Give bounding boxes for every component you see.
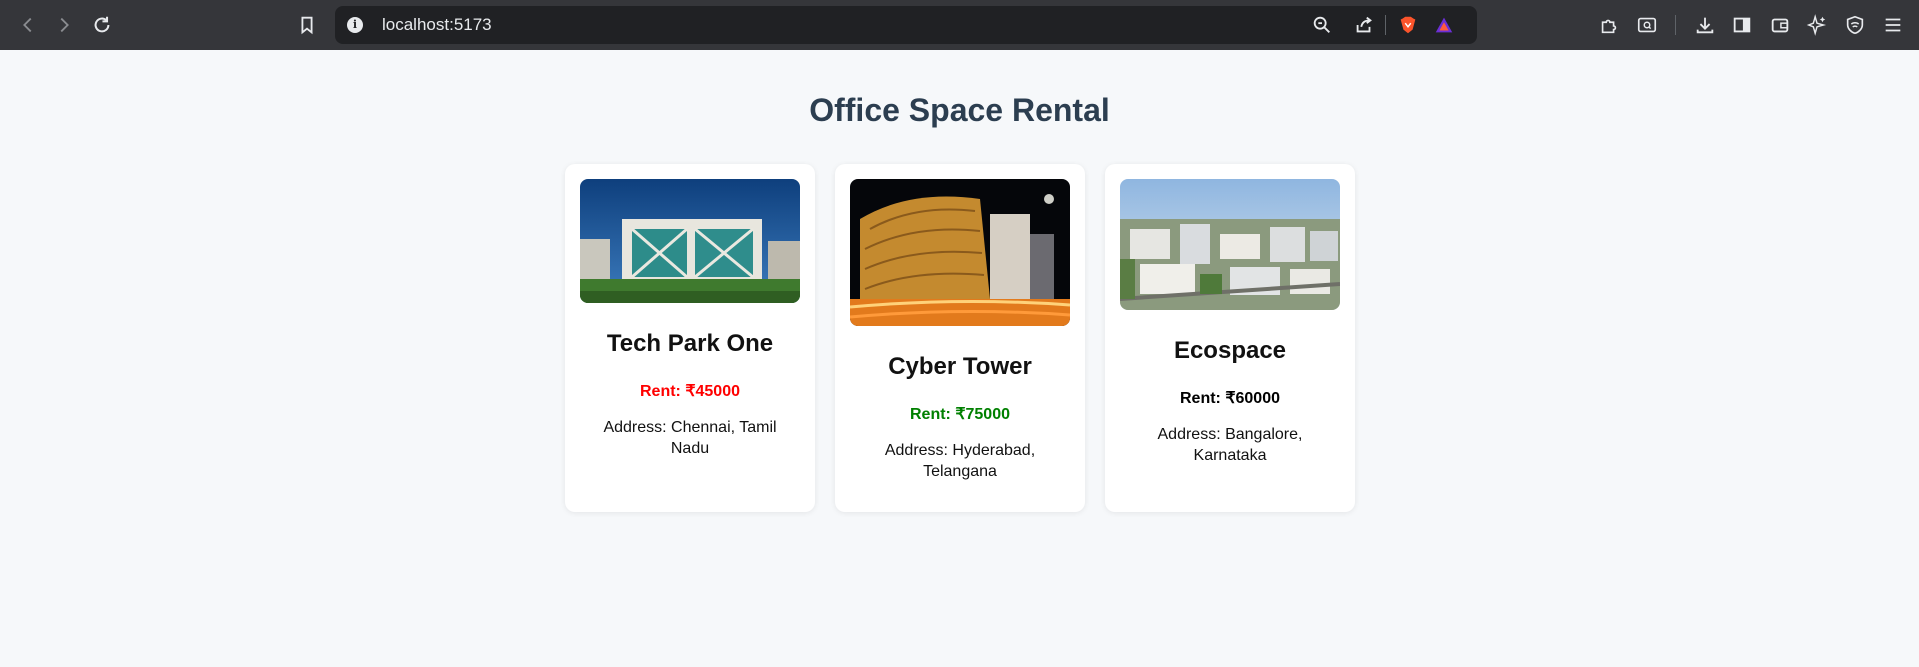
office-image [580, 179, 800, 303]
wallet-icon[interactable] [1767, 12, 1793, 38]
share-icon[interactable] [1351, 12, 1377, 38]
leo-ai-icon[interactable] [1804, 12, 1830, 38]
address-bar[interactable]: i localhost:5173 [335, 6, 1477, 44]
office-address: Address: Chennai, Tamil Nadu [603, 419, 777, 457]
browser-toolbar: i localhost:5173 [0, 0, 1919, 50]
zoom-icon[interactable] [1309, 12, 1335, 38]
brave-shield-icon[interactable] [1395, 12, 1421, 38]
reload-icon[interactable] [87, 10, 117, 40]
vpn-icon[interactable] [1842, 12, 1868, 38]
menu-icon[interactable] [1880, 12, 1906, 38]
bookmark-icon[interactable] [292, 10, 322, 40]
office-rent: Rent: ₹75000 [910, 406, 1010, 423]
office-rent: Rent: ₹45000 [640, 383, 740, 400]
extensions-icon[interactable] [1596, 12, 1622, 38]
office-card: Ecospace Rent: ₹60000 Address: Bangalore… [1105, 164, 1355, 512]
forward-icon[interactable] [49, 10, 79, 40]
office-address: Address: Hyderabad, Telangana [884, 442, 1036, 480]
back-icon[interactable] [13, 10, 43, 40]
office-card: Cyber Tower Rent: ₹75000 Address: Hydera… [835, 164, 1085, 512]
office-name: Tech Park One [606, 330, 774, 357]
office-image [850, 179, 1070, 326]
office-card: Tech Park One Rent: ₹45000 Address: Chen… [565, 164, 815, 512]
reader-icon[interactable] [1634, 12, 1660, 38]
office-name: Cyber Tower [888, 353, 1032, 380]
brave-rewards-icon[interactable] [1431, 12, 1457, 38]
office-name: Ecospace [1173, 337, 1287, 364]
office-address: Address: Bangalore, Karnataka [1157, 426, 1303, 464]
url-text[interactable]: localhost:5173 [382, 15, 492, 35]
sidebar-icon[interactable] [1729, 12, 1755, 38]
office-rent: Rent: ₹60000 [1180, 390, 1280, 407]
info-icon[interactable]: i [347, 17, 363, 33]
page-title: Office Space Rental [809, 92, 1110, 128]
downloads-icon[interactable] [1692, 12, 1718, 38]
office-image [1120, 179, 1340, 310]
